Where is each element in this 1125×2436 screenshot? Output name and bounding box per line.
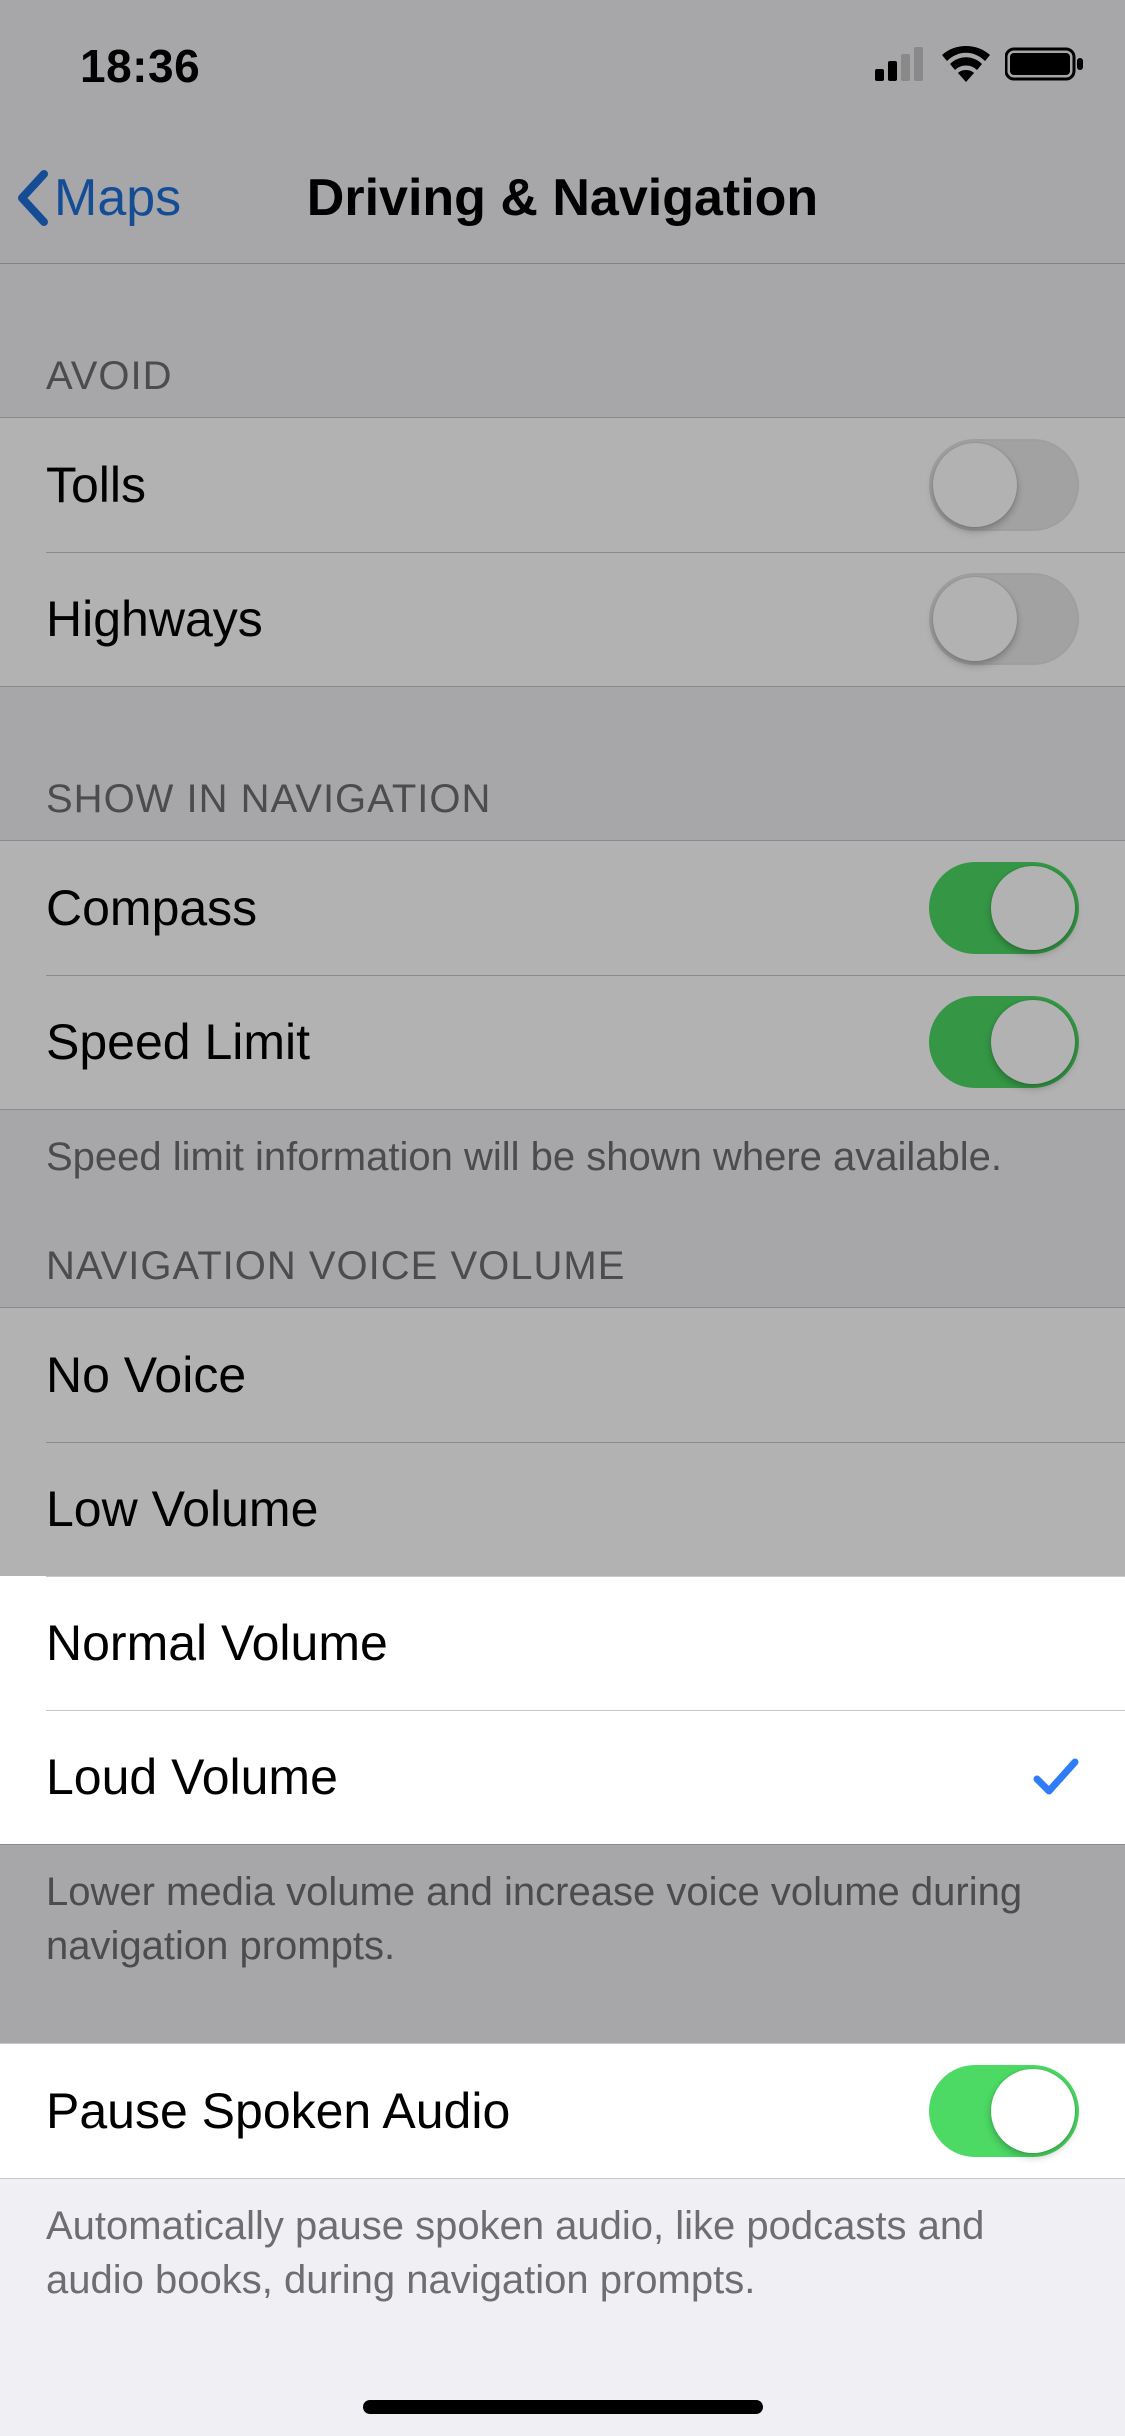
nav-bar: Maps Driving & Navigation xyxy=(0,132,1125,264)
toggle-knob xyxy=(991,1000,1075,1084)
section-header-show: SHOW IN NAVIGATION xyxy=(0,687,1125,840)
row-label: No Voice xyxy=(46,1346,246,1404)
group-voice: No Voice Low Volume Normal Volume Loud V… xyxy=(0,1307,1125,1845)
row-low-volume[interactable]: Low Volume xyxy=(0,1442,1125,1576)
row-compass[interactable]: Compass xyxy=(0,841,1125,975)
chevron-left-icon xyxy=(14,168,50,228)
row-label: Loud Volume xyxy=(46,1748,338,1806)
group-avoid: Tolls Highways xyxy=(0,417,1125,687)
screen: 18:36 xyxy=(0,0,1125,2436)
section-header-avoid: AVOID xyxy=(0,264,1125,417)
row-highways[interactable]: Highways xyxy=(0,552,1125,686)
back-label: Maps xyxy=(54,168,181,228)
row-no-voice[interactable]: No Voice xyxy=(0,1308,1125,1442)
page-title: Driving & Navigation xyxy=(307,168,818,228)
toggle-knob xyxy=(933,443,1017,527)
row-label: Speed Limit xyxy=(46,1013,310,1071)
toggle-knob xyxy=(933,577,1017,661)
row-label: Highways xyxy=(46,590,263,648)
status-right xyxy=(875,46,1085,87)
section-header-voice: NAVIGATION VOICE VOLUME xyxy=(0,1194,1125,1307)
row-label: Tolls xyxy=(46,456,146,514)
cellular-icon xyxy=(875,47,927,86)
toggle-knob xyxy=(991,2069,1075,2153)
section-footer-show: Speed limit information will be shown wh… xyxy=(0,1110,1125,1194)
group-pause: Pause Spoken Audio xyxy=(0,2043,1125,2179)
row-tolls[interactable]: Tolls xyxy=(0,418,1125,552)
wifi-icon xyxy=(941,46,991,87)
status-bar: 18:36 xyxy=(0,0,1125,132)
row-label: Normal Volume xyxy=(46,1614,388,1672)
battery-icon xyxy=(1005,46,1085,87)
toggle-speed-limit[interactable] xyxy=(929,996,1079,1088)
group-show: Compass Speed Limit xyxy=(0,840,1125,1110)
toggle-compass[interactable] xyxy=(929,862,1079,954)
status-time: 18:36 xyxy=(80,39,200,93)
toggle-tolls[interactable] xyxy=(929,439,1079,531)
toggle-knob xyxy=(991,866,1075,950)
section-footer-pause: Automatically pause spoken audio, like p… xyxy=(0,2179,1125,2317)
back-button[interactable]: Maps xyxy=(14,168,181,228)
section-footer-voice: Lower media volume and increase voice vo… xyxy=(0,1845,1125,1983)
row-label: Compass xyxy=(46,879,257,937)
checkmark-icon xyxy=(1033,1754,1079,1800)
row-label: Low Volume xyxy=(46,1480,318,1538)
content: AVOID Tolls Highways SHOW IN NAVIGATION … xyxy=(0,264,1125,2436)
row-speed-limit[interactable]: Speed Limit xyxy=(0,975,1125,1109)
home-indicator xyxy=(363,2400,763,2414)
toggle-pause-spoken-audio[interactable] xyxy=(929,2065,1079,2157)
row-normal-volume[interactable]: Normal Volume xyxy=(0,1576,1125,1710)
row-loud-volume[interactable]: Loud Volume xyxy=(0,1710,1125,1844)
row-pause-spoken-audio[interactable]: Pause Spoken Audio xyxy=(0,2044,1125,2178)
toggle-highways[interactable] xyxy=(929,573,1079,665)
row-label: Pause Spoken Audio xyxy=(46,2082,510,2140)
